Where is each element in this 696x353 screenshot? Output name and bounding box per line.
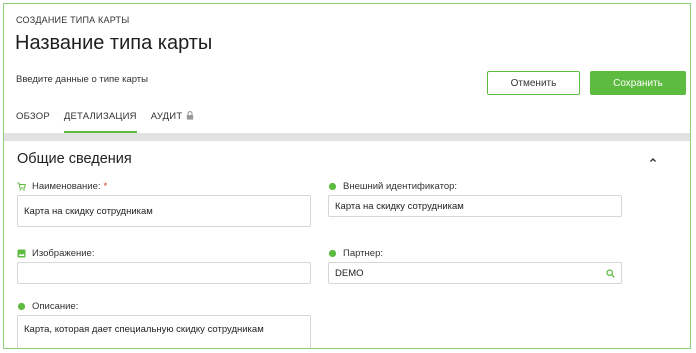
save-button[interactable]: Сохранить [590,71,686,95]
external-id-label-text: Внешний идентификатор: [343,181,458,192]
info-dot-icon [328,182,337,191]
page-title: Название типа карты [15,32,213,54]
image-icon [17,249,26,258]
tab-overview-label: ОБЗОР [16,111,50,122]
name-label-text: Наименование: [32,181,101,192]
description-label-text: Описание: [32,301,79,312]
tab-bar: ОБЗОР ДЕТАЛИЗАЦИЯ АУДИТ [16,111,208,133]
cart-icon [17,182,26,191]
description-field-label: Описание: [17,301,78,312]
partner-label-text: Партнер: [343,248,383,259]
tab-audit[interactable]: АУДИТ [151,111,195,133]
partner-lookup-input[interactable]: DEMO [328,262,622,284]
external-id-input[interactable]: Карта на скидку сотрудникам [328,195,622,217]
name-input-value: Карта на скидку сотрудникам [24,205,153,217]
partner-field-label: Партнер: [328,248,383,259]
image-field-label: Изображение: [17,248,94,259]
external-id-input-value: Карта на скидку сотрудникам [335,200,464,212]
lock-icon [186,111,194,120]
section-divider [4,133,690,141]
name-field-label: Наименование: * [17,181,107,192]
cancel-button[interactable]: Отменить [487,71,580,95]
general-info-section: Общие сведения Наименование: * Карта на … [4,141,690,348]
main-frame: СОЗДАНИЕ ТИПА КАРТЫ Название типа карты … [3,3,691,349]
chevron-up-icon[interactable] [648,152,658,162]
breadcrumb: СОЗДАНИЕ ТИПА КАРТЫ [16,15,130,25]
info-dot-icon [328,249,337,258]
tab-audit-label: АУДИТ [150,111,183,122]
tab-details[interactable]: ДЕТАЛИЗАЦИЯ [63,111,137,133]
info-dot-icon [17,302,26,311]
description-input-value: Карта, которая дает специальную скидку с… [24,324,264,335]
search-icon[interactable] [606,269,615,278]
description-textarea[interactable]: Карта, которая дает специальную скидку с… [17,315,311,348]
tab-overview[interactable]: ОБЗОР [16,111,50,133]
partner-input-value: DEMO [335,267,364,279]
required-marker: * [103,181,108,192]
image-label-text: Изображение: [32,248,95,259]
external-id-field-label: Внешний идентификатор: [328,181,457,192]
name-input[interactable]: Карта на скидку сотрудникам [17,195,311,227]
page-header: СОЗДАНИЕ ТИПА КАРТЫ Название типа карты … [4,4,690,136]
image-input[interactable] [17,262,311,284]
page-subtitle: Введите данные о типе карты [16,74,148,85]
tab-details-label: ДЕТАЛИЗАЦИЯ [63,111,137,122]
section-title: Общие сведения [17,151,132,167]
